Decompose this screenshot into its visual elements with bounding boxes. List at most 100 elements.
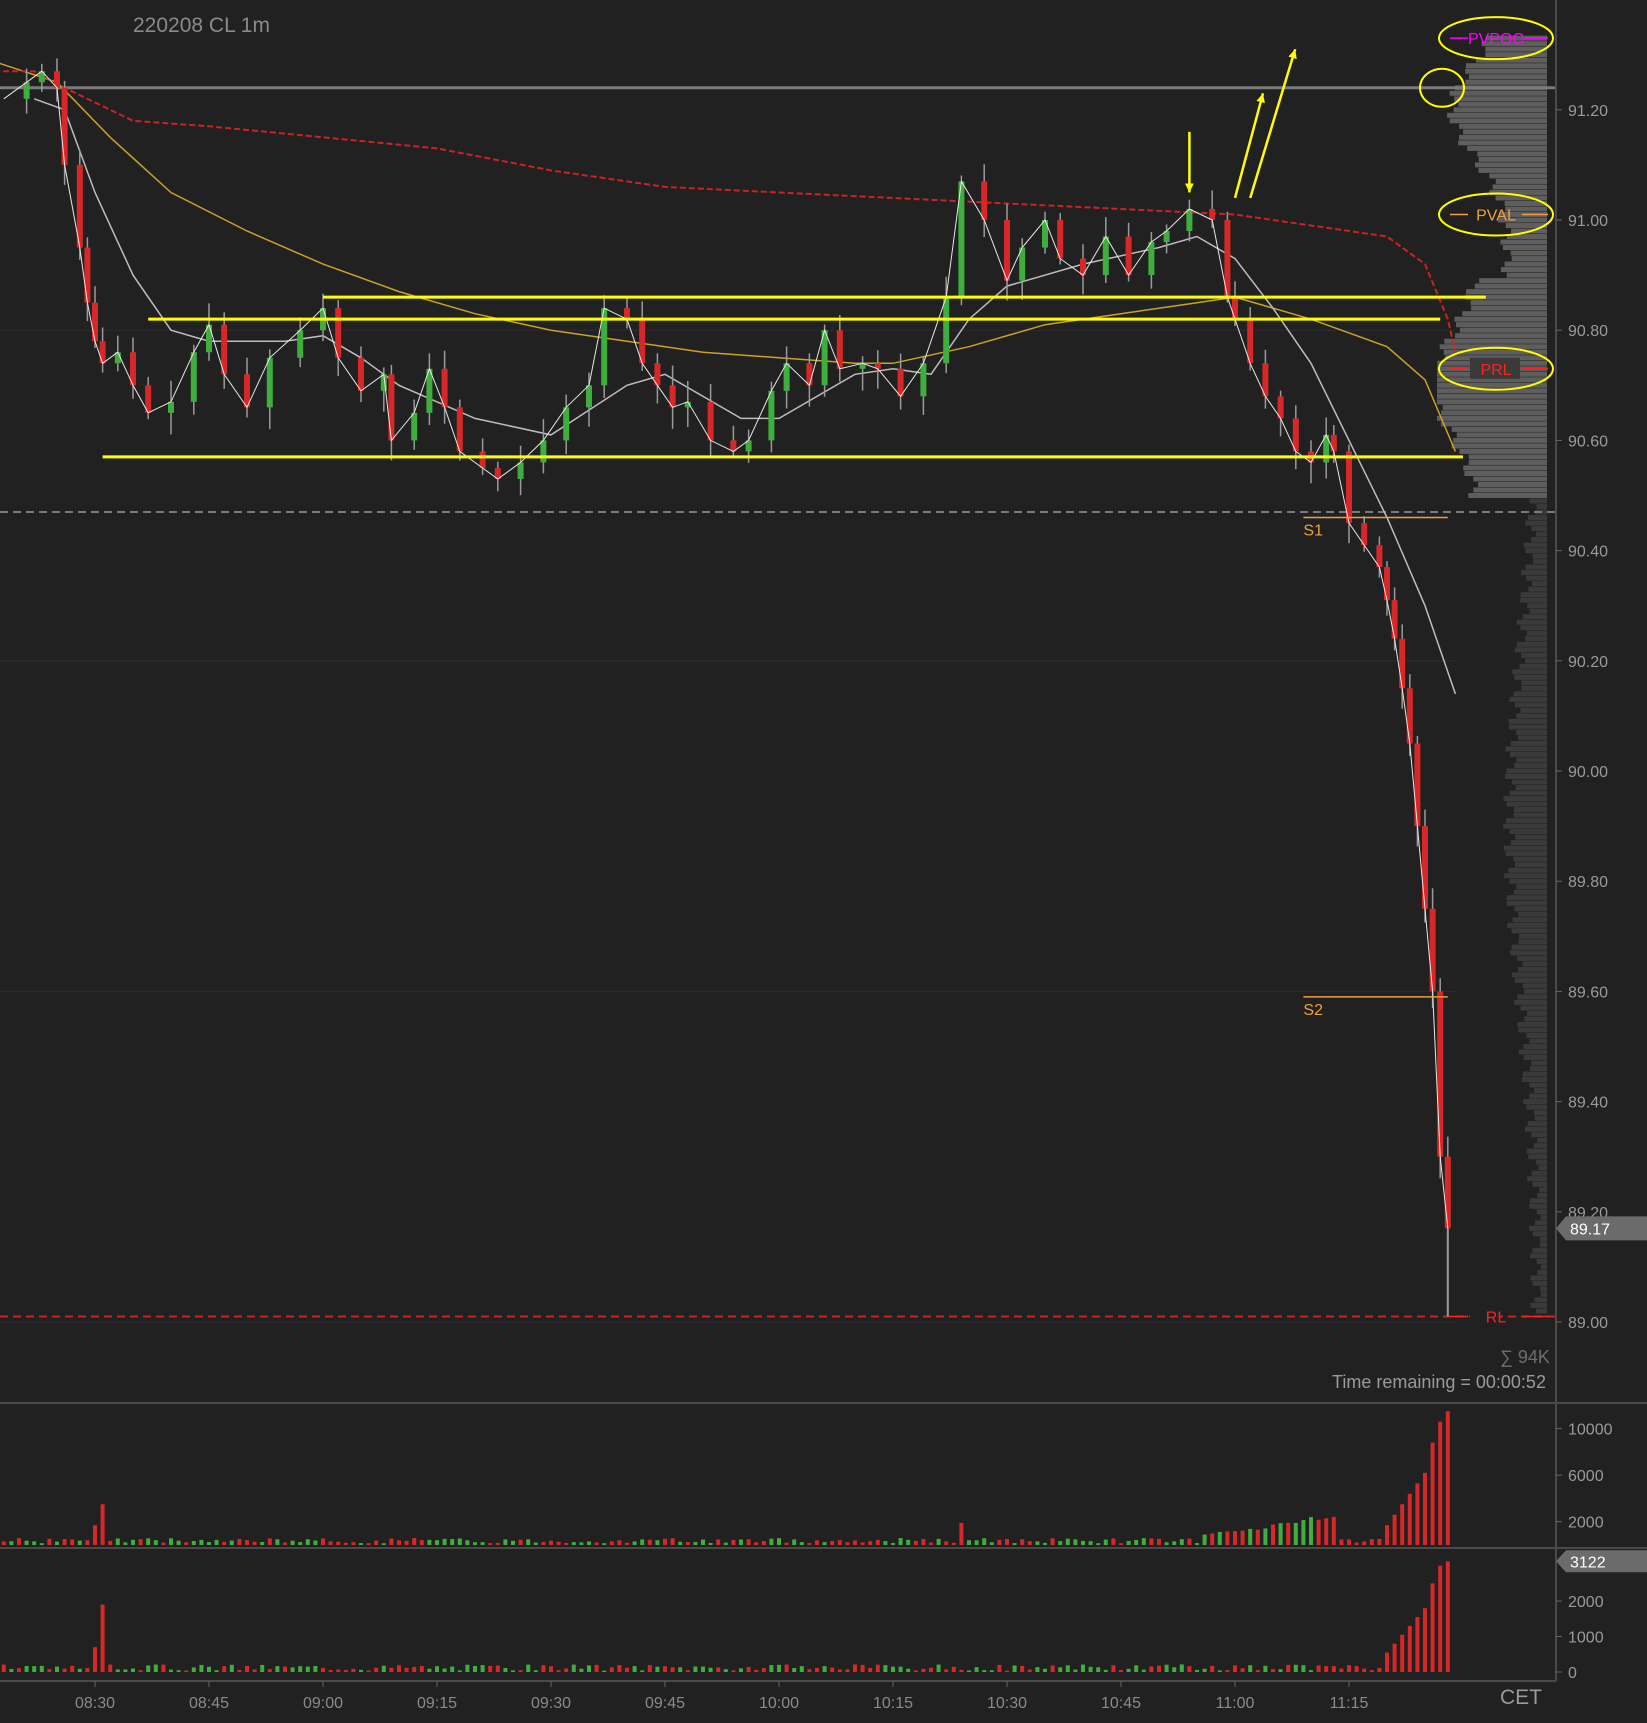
delta-bar	[792, 1668, 797, 1672]
volume-bar	[1278, 1523, 1283, 1545]
profile-bar	[1527, 1176, 1547, 1182]
profile-bar	[1458, 101, 1547, 107]
delta-bar	[1407, 1625, 1412, 1672]
delta-bar	[1278, 1669, 1283, 1672]
delta-bar	[260, 1664, 265, 1672]
profile-bar	[1504, 774, 1547, 780]
candle-body	[1384, 567, 1390, 601]
delta-bar	[55, 1666, 59, 1672]
volume-bar	[47, 1538, 52, 1545]
profile-bar	[1467, 145, 1547, 151]
candle-body	[943, 297, 950, 364]
price-tick-label: 91.00	[1568, 213, 1608, 230]
volume-tick-label: 2000	[1568, 1515, 1604, 1532]
delta-bar	[701, 1666, 705, 1672]
volume-bar	[169, 1538, 173, 1545]
profile-bar	[1509, 878, 1547, 884]
profile-bar	[1509, 950, 1547, 956]
delta-bar	[100, 1604, 105, 1672]
candle-body	[1429, 908, 1436, 992]
delta-bar	[663, 1666, 667, 1672]
delta-bar	[716, 1667, 721, 1672]
volume-bar	[685, 1542, 690, 1545]
volume-bar	[1377, 1538, 1382, 1545]
profile-bar	[1532, 1280, 1547, 1286]
volume-bar	[739, 1539, 743, 1545]
volume-tick-label: 6000	[1568, 1468, 1604, 1485]
profile-bar	[1528, 1154, 1547, 1160]
profile-bar	[1442, 404, 1547, 410]
profile-bar	[1437, 415, 1547, 421]
profile-bar	[1478, 481, 1547, 487]
volume-bar	[176, 1540, 181, 1545]
candle-body	[84, 247, 91, 303]
delta-bar	[526, 1664, 531, 1672]
candle-body	[1148, 242, 1155, 276]
volume-bar	[1134, 1539, 1139, 1545]
delta-bar	[723, 1669, 728, 1672]
profile-label-pval: PVAL	[1476, 207, 1516, 224]
pivot-label: S2	[1303, 1002, 1323, 1019]
volume-bar	[495, 1542, 500, 1545]
profile-bar	[1520, 1005, 1547, 1011]
volume-bar	[381, 1543, 386, 1545]
profile-bar	[1532, 581, 1547, 587]
profile-bar	[1503, 845, 1547, 851]
profile-bar	[1536, 531, 1547, 537]
volume-bar	[93, 1525, 97, 1545]
delta-bar	[503, 1667, 508, 1672]
delta-bar	[549, 1666, 553, 1672]
delta-bar	[731, 1670, 736, 1672]
delta-bar	[989, 1670, 994, 1672]
profile-bar	[1465, 68, 1547, 74]
profile-bar	[1516, 757, 1547, 763]
delta-bar	[176, 1670, 181, 1672]
profile-label-prl: PRL	[1480, 362, 1511, 379]
candle-body	[1186, 208, 1193, 232]
delta-bar	[245, 1665, 249, 1672]
chart-container[interactable]: S1 S2 PVPOC PVAL PRL RL 91.20 91.00 90.80 90.60 90…	[0, 0, 1647, 1718]
volume-bar	[951, 1542, 956, 1545]
profile-bar	[1510, 840, 1547, 846]
delta-bar	[1157, 1665, 1161, 1672]
volume-bar	[191, 1541, 196, 1545]
volume-bar	[1263, 1528, 1268, 1545]
delta-bar	[1263, 1665, 1268, 1672]
profile-bar	[1521, 1077, 1547, 1083]
volume-bar	[39, 1543, 44, 1545]
volume-tick-label: 10000	[1568, 1422, 1613, 1439]
delta-bar	[959, 1669, 964, 1672]
delta-tick-label: 1000	[1568, 1630, 1604, 1647]
delta-bar	[184, 1670, 189, 1672]
profile-bar	[1510, 250, 1547, 256]
delta-bar	[1217, 1670, 1222, 1672]
volume-bar	[1407, 1493, 1412, 1545]
delta-bar	[1, 1664, 6, 1672]
volume-bar	[1362, 1541, 1367, 1545]
profile-bar	[1524, 988, 1547, 994]
profile-bar	[1463, 129, 1547, 135]
profile-bar	[1456, 432, 1547, 438]
delta-bar	[1058, 1667, 1063, 1672]
candle-body	[981, 181, 988, 220]
candle-body	[411, 412, 418, 441]
profile-bar	[1535, 1308, 1547, 1314]
volume-bar	[1073, 1539, 1078, 1545]
delta-bar	[1331, 1666, 1336, 1672]
delta-bar	[1088, 1666, 1093, 1672]
delta-bar	[1020, 1665, 1025, 1672]
volume-bar	[731, 1539, 736, 1545]
volume-bar	[944, 1541, 949, 1545]
volume-bar	[1088, 1541, 1093, 1545]
price-chart[interactable]: S1 S2 PVPOC PVAL PRL RL 91.20 91.00 90.80 90.60 90…	[0, 0, 1647, 1718]
profile-bar	[1529, 1093, 1547, 1099]
profile-bar	[1528, 586, 1547, 592]
delta-bar	[298, 1666, 303, 1672]
profile-bar	[1459, 134, 1547, 140]
volume-bar	[1, 1541, 6, 1545]
delta-bar	[199, 1664, 204, 1672]
delta-bar	[951, 1666, 956, 1672]
delta-bar	[138, 1670, 143, 1672]
volume-bar	[161, 1542, 166, 1545]
profile-bar	[1533, 1143, 1547, 1149]
